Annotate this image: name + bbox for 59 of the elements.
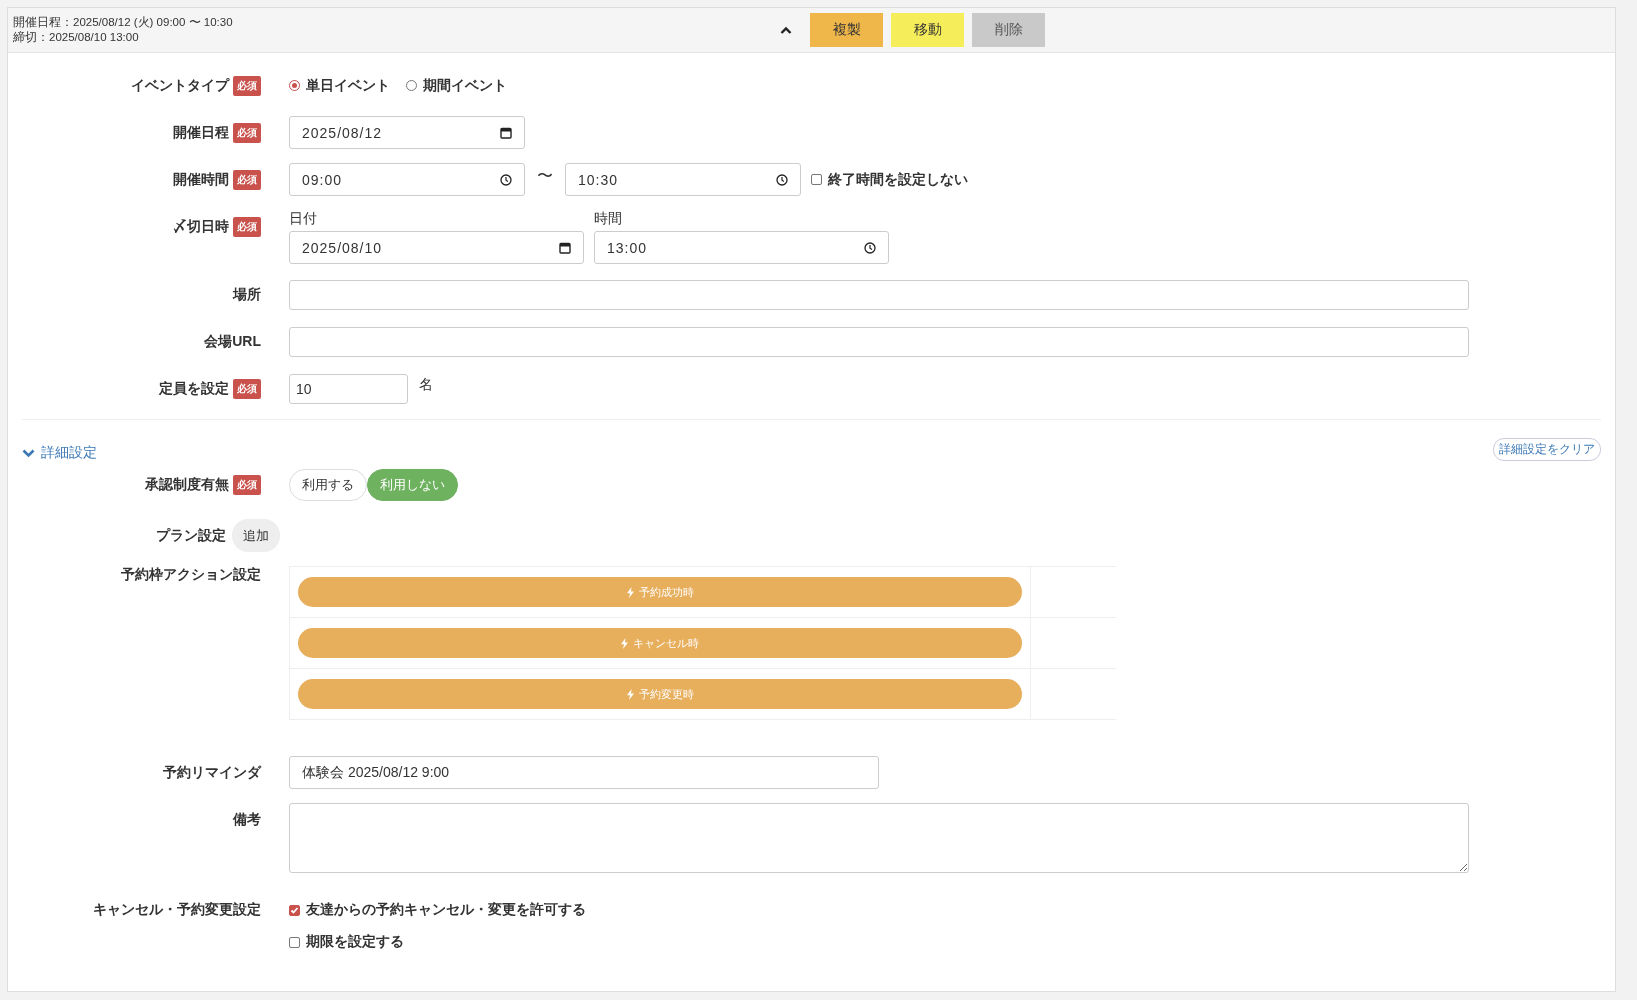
- time-field[interactable]: 13:00: [594, 231, 889, 264]
- clear-details-button[interactable]: 詳細設定をクリア: [1493, 437, 1601, 461]
- checkbox-label[interactable]: 友達からの予約キャンセル・変更を許可する: [306, 901, 586, 919]
- field-label: 予約枠アクション設定: [121, 566, 261, 584]
- field-label: 会場URL: [204, 332, 261, 351]
- field-label: キャンセル・予約変更設定: [93, 900, 261, 919]
- copy-button[interactable]: 複製: [810, 13, 883, 47]
- radio-label[interactable]: 期間イベント: [423, 76, 507, 95]
- required-badge: 必須: [233, 474, 261, 495]
- clock-icon: [864, 241, 876, 254]
- summary-text: 締切：2025/08/10 13:00: [13, 30, 140, 45]
- details-toggle[interactable]: 詳細設定: [22, 440, 97, 466]
- url-field[interactable]: [289, 326, 1469, 357]
- clock-icon: [500, 173, 512, 186]
- field-label: 開催日程: [173, 123, 229, 142]
- add-button[interactable]: 追加: [232, 519, 280, 552]
- lightning-icon: [621, 637, 628, 649]
- date-field[interactable]: 2025/08/10: [289, 231, 584, 264]
- required-badge: 必須: [233, 75, 261, 96]
- checkbox[interactable]: [289, 904, 300, 916]
- required-badge: 必須: [233, 216, 261, 237]
- time-field[interactable]: 10:30: [565, 163, 801, 196]
- place-field[interactable]: [289, 279, 1469, 310]
- field-label: イベントタイプ: [131, 76, 229, 95]
- calendar-icon: [559, 241, 571, 254]
- required-badge: 必須: [233, 122, 261, 143]
- field-label: 場所: [233, 285, 261, 304]
- checkbox-label[interactable]: 終了時間を設定しない: [828, 170, 968, 189]
- sub-label: 日付: [289, 210, 318, 228]
- field-label: 定員を設定: [159, 379, 229, 398]
- delete-button[interactable]: 削除: [972, 13, 1045, 47]
- notes-field[interactable]: [289, 803, 1469, 873]
- collapse-icon[interactable]: [780, 26, 792, 34]
- calendar-icon: [500, 126, 512, 139]
- toggle-option[interactable]: 利用する: [289, 468, 367, 501]
- field-label: プラン設定: [156, 526, 226, 545]
- radio-label[interactable]: 単日イベント: [306, 76, 390, 95]
- capacity-field[interactable]: 10: [289, 373, 408, 404]
- field-label: 承認制度有無: [145, 475, 229, 494]
- range-separator: 〜: [537, 166, 553, 186]
- time-field[interactable]: 09:00: [289, 163, 525, 196]
- required-badge: 必須: [233, 169, 261, 190]
- reminder-field[interactable]: 体験会 2025/08/12 9:00: [289, 756, 879, 789]
- field-label: 備考: [233, 810, 261, 829]
- unit-label: 名: [419, 375, 433, 394]
- required-badge: 必須: [233, 378, 261, 399]
- date-field[interactable]: 2025/08/12: [289, 116, 525, 149]
- field-label: 〆切日時: [173, 217, 229, 236]
- checkbox-label[interactable]: 期限を設定する: [306, 933, 404, 951]
- summary-text: 開催日程：2025/08/12 (火) 09:00 〜 10:30: [13, 15, 233, 30]
- checkbox[interactable]: [811, 174, 822, 185]
- checkbox[interactable]: [289, 936, 300, 948]
- lightning-icon: [626, 688, 634, 700]
- field-label: 開催時間: [173, 170, 229, 189]
- lightning-icon: [626, 586, 634, 598]
- field-label: 予約リマインダ: [163, 763, 261, 782]
- clock-icon: [776, 173, 788, 186]
- sub-label: 時間: [594, 210, 623, 228]
- move-button[interactable]: 移動: [891, 13, 964, 47]
